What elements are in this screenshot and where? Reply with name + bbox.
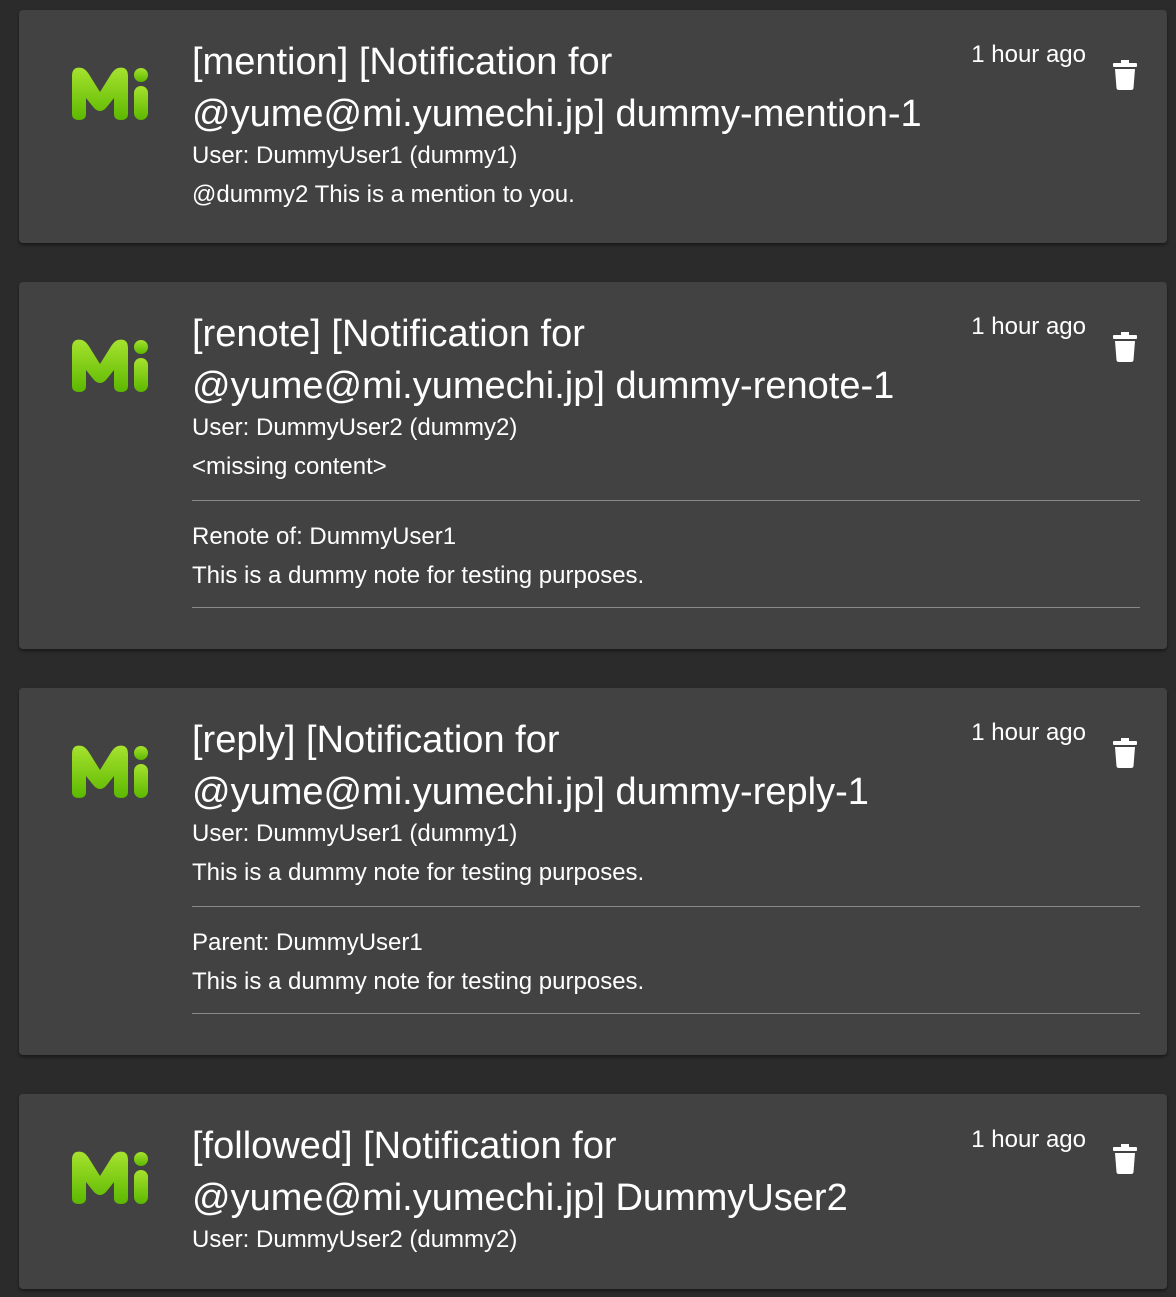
notification-content: This is a dummy note for testing purpose… bbox=[192, 859, 645, 886]
quote-content: This is a dummy note for testing purpose… bbox=[192, 968, 645, 995]
notification-content: @dummy2 This is a mention to you. bbox=[192, 181, 575, 208]
notification-title: [reply] [Notification for @yume@mi.yumec… bbox=[192, 719, 869, 813]
notification-user: User: DummyUser2 (dummy2) bbox=[192, 414, 518, 441]
delete-trash-icon[interactable] bbox=[1113, 1144, 1137, 1174]
notification-user: User: DummyUser1 (dummy1) bbox=[192, 142, 518, 169]
misskey-logo-icon bbox=[70, 64, 150, 122]
quote-content: This is a dummy note for testing purpose… bbox=[192, 562, 645, 589]
notification-title: [followed] [Notification for @yume@mi.yu… bbox=[192, 1125, 848, 1219]
delete-trash-icon[interactable] bbox=[1113, 738, 1137, 768]
notification-body: [followed] [Notification for @yume@mi.yu… bbox=[192, 1094, 1140, 1259]
quote-header: Renote of: DummyUser1 bbox=[192, 523, 457, 550]
notification-card-renote[interactable]: [renote] [Notification for @yume@mi.yume… bbox=[19, 282, 1167, 649]
notification-time: 1 hour ago bbox=[971, 41, 1086, 68]
notification-time: 1 hour ago bbox=[971, 313, 1086, 340]
notification-title: [mention] [Notification for @yume@mi.yum… bbox=[192, 41, 922, 135]
notification-card-followed[interactable]: [followed] [Notification for @yume@mi.yu… bbox=[19, 1094, 1167, 1289]
misskey-logo-icon bbox=[70, 742, 150, 800]
notification-feed: [mention] [Notification for @yume@mi.yum… bbox=[0, 0, 1176, 1297]
delete-trash-icon[interactable] bbox=[1113, 60, 1137, 90]
misskey-logo-icon bbox=[70, 336, 150, 394]
notification-user: User: DummyUser2 (dummy2) bbox=[192, 1226, 518, 1253]
renote-quote: Renote of: DummyUser1 This is a dummy no… bbox=[192, 500, 1140, 608]
notification-content: <missing content> bbox=[192, 453, 387, 480]
reply-parent-quote: Parent: DummyUser1 This is a dummy note … bbox=[192, 906, 1140, 1014]
notification-time: 1 hour ago bbox=[971, 719, 1086, 746]
notification-user: User: DummyUser1 (dummy1) bbox=[192, 820, 518, 847]
notification-card-reply[interactable]: [reply] [Notification for @yume@mi.yumec… bbox=[19, 688, 1167, 1055]
quote-header: Parent: DummyUser1 bbox=[192, 929, 423, 956]
misskey-logo-icon bbox=[70, 1148, 150, 1206]
notification-card-mention[interactable]: [mention] [Notification for @yume@mi.yum… bbox=[19, 10, 1167, 243]
delete-trash-icon[interactable] bbox=[1113, 332, 1137, 362]
notification-title: [renote] [Notification for @yume@mi.yume… bbox=[192, 313, 895, 407]
notification-time: 1 hour ago bbox=[971, 1126, 1086, 1153]
